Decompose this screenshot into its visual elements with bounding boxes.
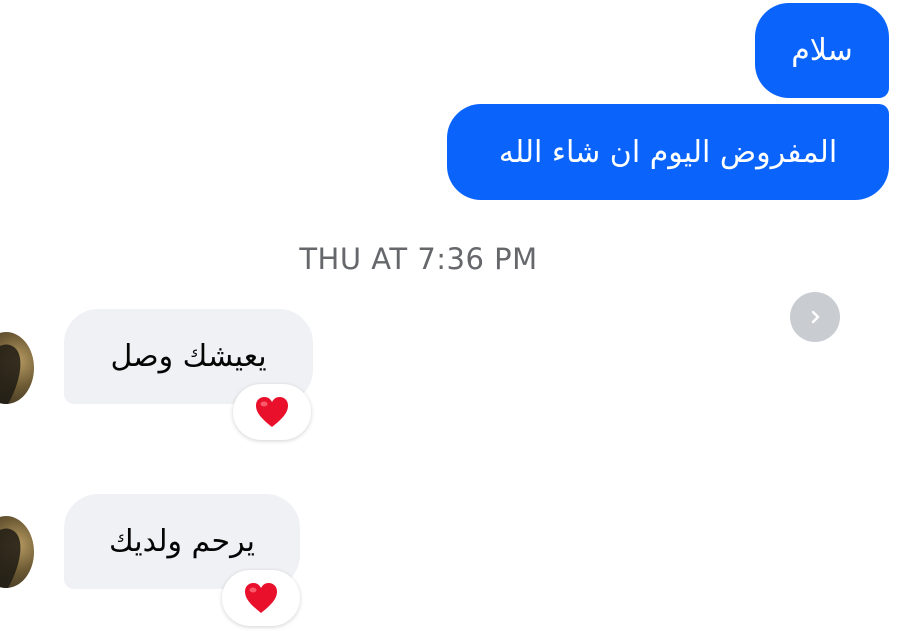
message-text: المفروض اليوم ان شاء الله — [498, 134, 838, 170]
chevron-right-icon — [811, 310, 820, 324]
message-text: يعيشك وصل — [110, 339, 267, 374]
message-text: سلام — [791, 33, 853, 68]
heart-icon — [245, 583, 277, 613]
avatar[interactable] — [0, 332, 34, 404]
next-button[interactable] — [790, 292, 840, 342]
outgoing-message[interactable]: سلام — [755, 3, 889, 98]
avatar[interactable] — [0, 516, 34, 588]
outgoing-message[interactable]: المفروض اليوم ان شاء الله — [447, 104, 889, 200]
chat-thread: سلام المفروض اليوم ان شاء الله THU AT 7:… — [0, 0, 897, 631]
avatar-image — [0, 528, 21, 588]
heart-icon — [256, 397, 288, 427]
message-timestamp: THU AT 7:36 PM — [299, 242, 538, 276]
message-reaction[interactable] — [233, 384, 311, 440]
message-reaction[interactable] — [222, 570, 300, 626]
message-text: يرحم ولديك — [109, 524, 255, 559]
avatar-image — [0, 344, 21, 404]
